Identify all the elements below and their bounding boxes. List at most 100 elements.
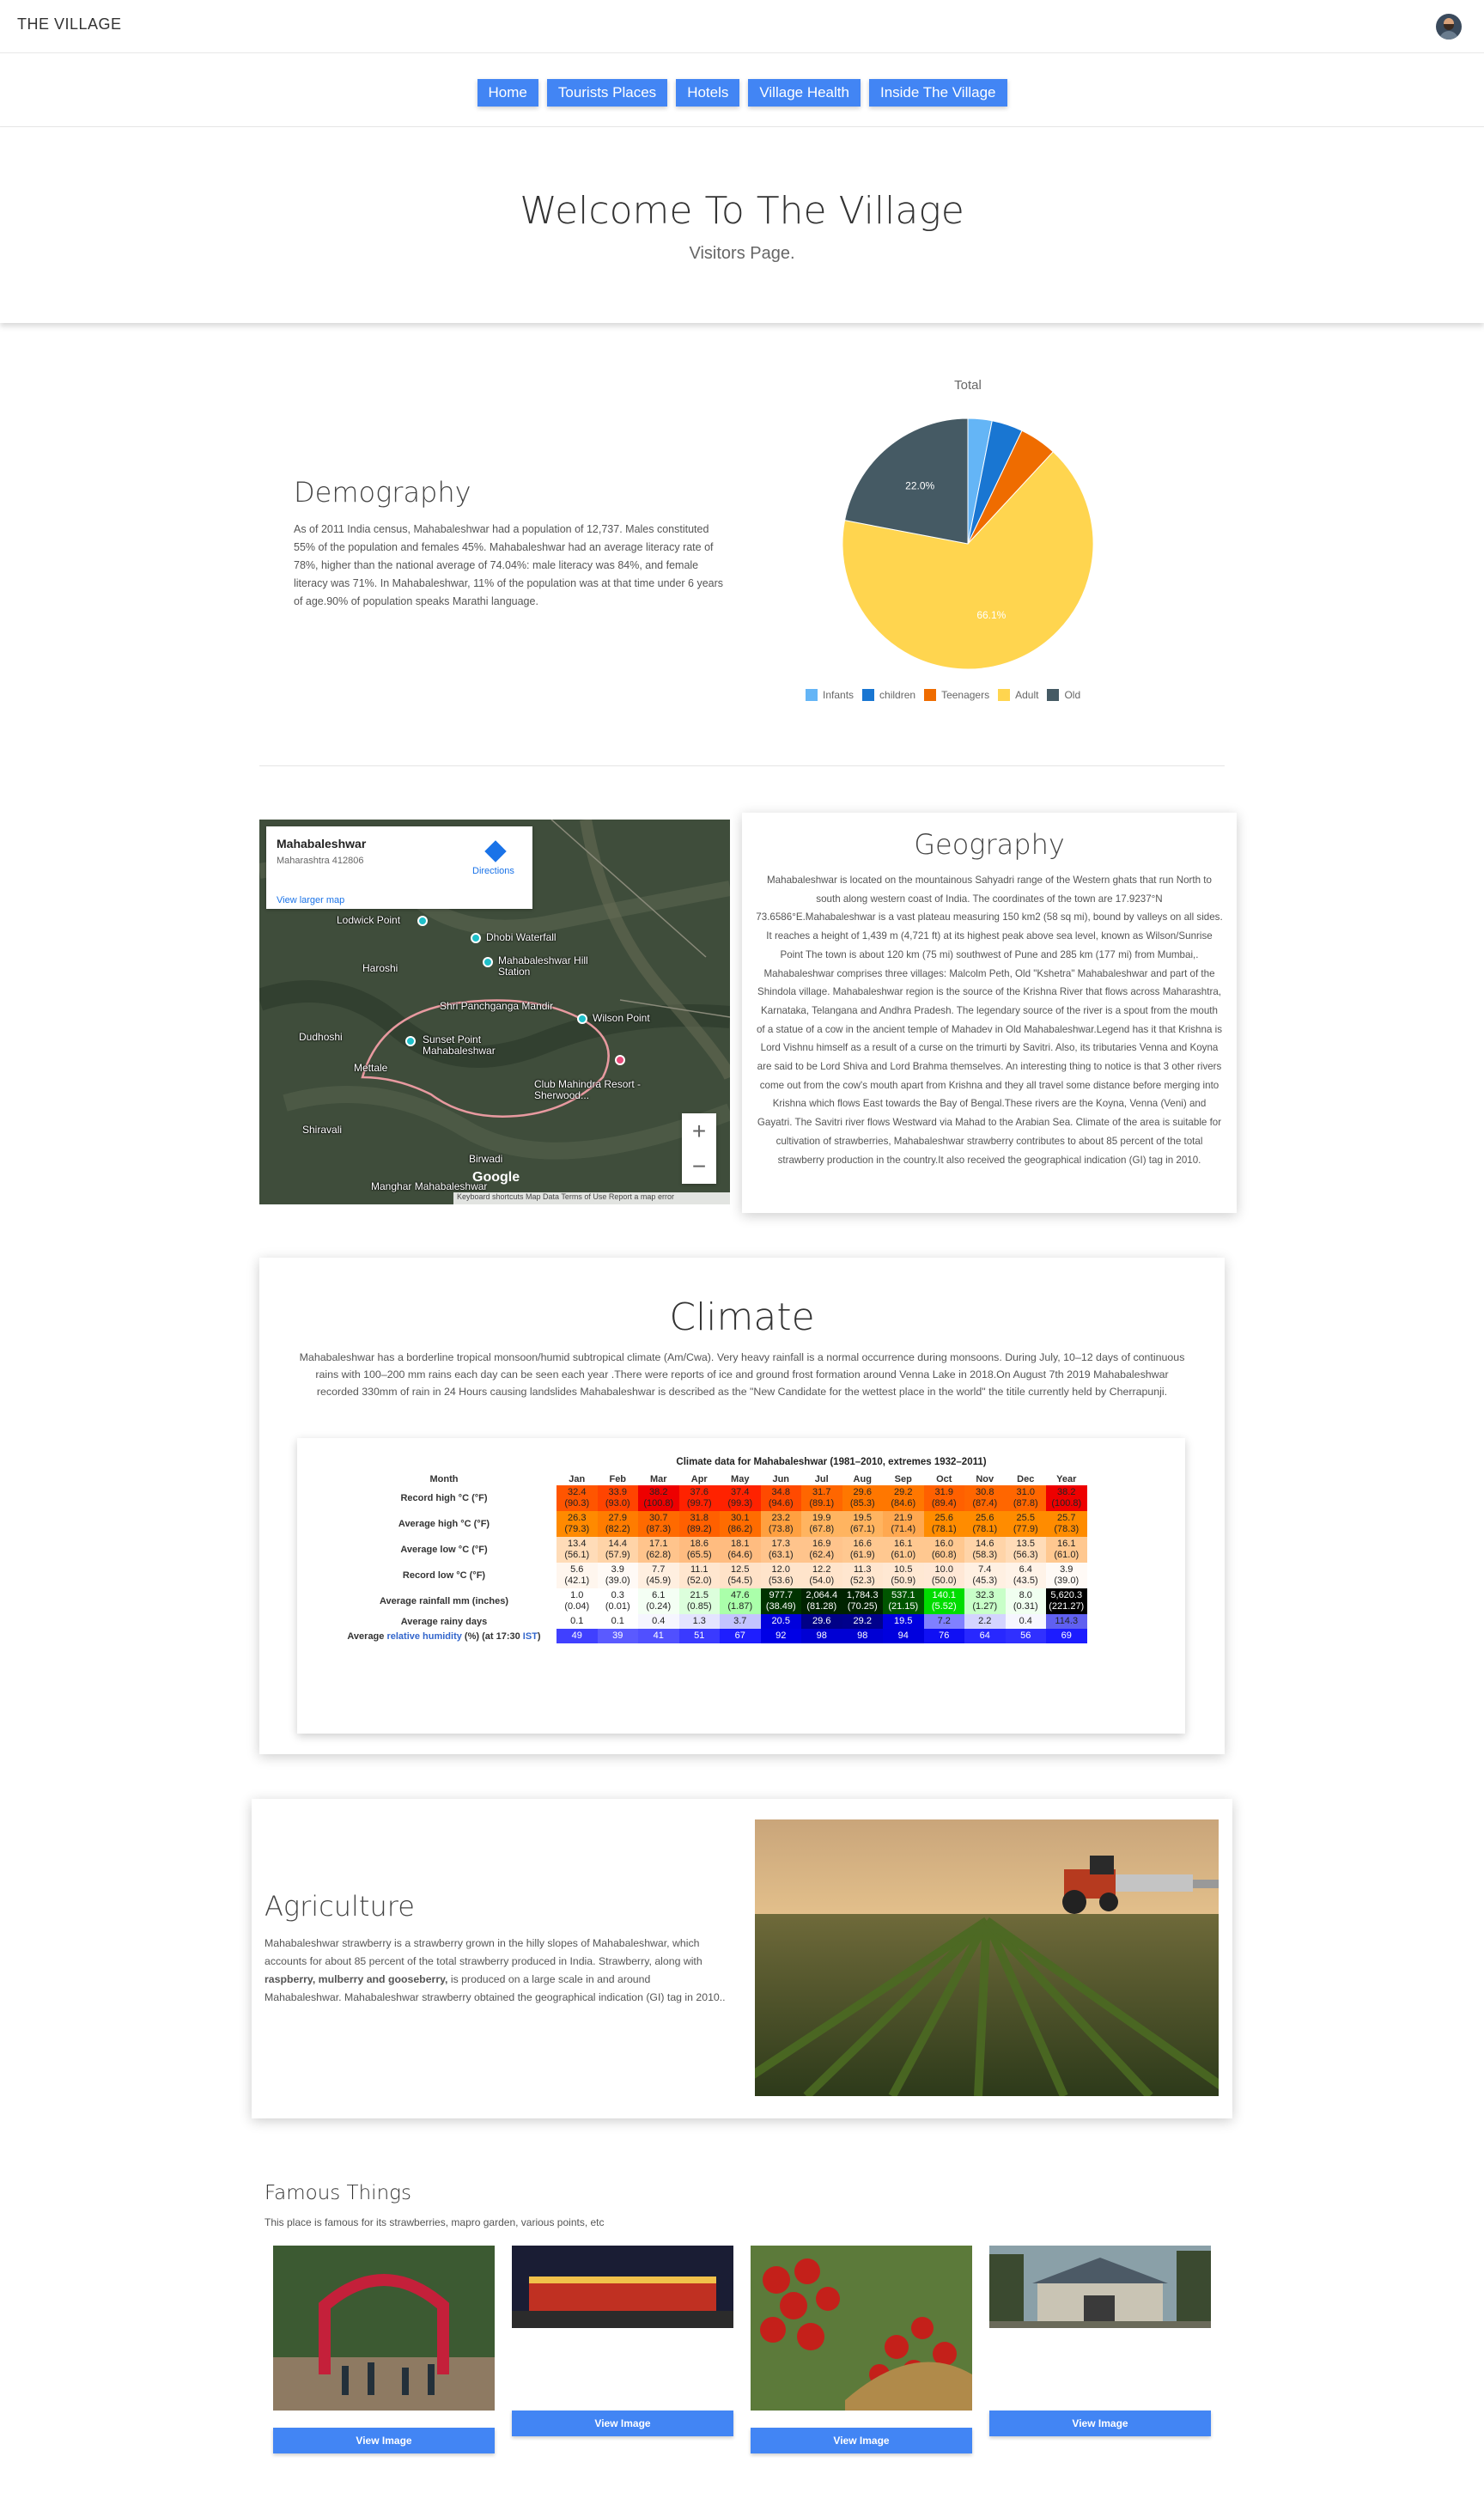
table-header: Aug (853, 1473, 872, 1484)
table-cell: 2,064.4 (81.28) (801, 1588, 842, 1614)
ist-link[interactable]: IST (523, 1631, 538, 1642)
map-address: Maharashtra 412806 (277, 856, 364, 866)
table-cell: 18.6 (65.5) (678, 1537, 720, 1563)
table-cell: 31.9 (89.4) (923, 1485, 964, 1511)
zoom-in-button[interactable]: + (682, 1113, 716, 1149)
zoom-out-button[interactable]: − (682, 1149, 716, 1184)
avatar[interactable] (1436, 14, 1462, 40)
climate-table: Month Jan Feb Mar Apr May Jun Jul Aug Sep Oct Nov De… (331, 1472, 1087, 1643)
relative-humidity-link[interactable]: relative humidity (386, 1631, 461, 1642)
table-header: Apr (690, 1473, 708, 1484)
table-cell: 12.5 (54.5) (720, 1563, 761, 1588)
legend-item-old[interactable]: Old (1047, 689, 1080, 701)
map-pin-icon[interactable] (405, 1036, 416, 1046)
table-cell: 25.5 (77.9) (1005, 1511, 1046, 1537)
map-pin-icon[interactable] (417, 916, 428, 926)
table-cell: 30.7 (87.3) (638, 1511, 679, 1537)
table-cell: 0.1 (556, 1614, 598, 1629)
map-pin-icon[interactable] (471, 933, 481, 943)
table-cell: 56 (1005, 1629, 1046, 1643)
table-cell: 11.1 (52.0) (678, 1563, 720, 1588)
hero-banner: Welcome To The Village Visitors Page. (0, 127, 1484, 323)
table-cell: 51 (678, 1629, 720, 1643)
mapro-garden-image (273, 2246, 495, 2411)
view-image-button[interactable]: View Image (512, 2411, 733, 2436)
nav-village-health-button[interactable]: Village Health (748, 79, 861, 107)
nav-hotels-button[interactable]: Hotels (676, 79, 740, 107)
pie-chart-title: Total (954, 378, 982, 393)
legend-label: Old (1064, 689, 1081, 701)
map-pin-icon[interactable] (615, 1055, 625, 1065)
table-header: Dec (1017, 1473, 1035, 1484)
pie-chart-legend: Infants children Teenagers Adult Old (806, 689, 1080, 701)
legend-item-adult[interactable]: Adult (998, 689, 1038, 701)
pie-data-label: 22.0% (905, 480, 934, 492)
map-label: Manghar Mahabaleshwar (371, 1180, 488, 1192)
view-larger-map-link[interactable]: View larger map (277, 895, 344, 905)
table-cell: 13.5 (56.3) (1005, 1537, 1046, 1563)
legend-item-infants[interactable]: Infants (806, 689, 854, 701)
map-label: Shiravali (302, 1124, 343, 1136)
directions-link[interactable]: Directions (472, 866, 514, 876)
page-subtitle: Visitors Page. (689, 244, 795, 263)
agriculture-heading: Agriculture (265, 1890, 415, 1923)
table-cell: 1,784.3 (70.25) (842, 1588, 883, 1614)
brand-title[interactable]: THE VILLAGE (17, 15, 122, 34)
population-pie-chart[interactable]: 66.1% 22.0% (842, 418, 1094, 670)
table-row: Record low °C (°F) 5.6 (42.1) 3.9 (39.0) 7.7(… (331, 1563, 1087, 1588)
table-header: Nov (976, 1473, 994, 1484)
table-cell: 7.7 (45.9) (638, 1563, 679, 1588)
table-cell: 49 (556, 1629, 598, 1643)
table-header: Month (429, 1473, 459, 1484)
map-label: Wilson Point (593, 1012, 650, 1024)
famous-subtitle: This place is famous for its strawberrie… (265, 2216, 605, 2228)
table-cell: 114.3 (1046, 1614, 1087, 1629)
table-cell: 19.9 (67.8) (801, 1511, 842, 1537)
tractor-field-image (755, 1819, 1219, 2096)
table-cell: 3.9 (39.0) (1046, 1563, 1087, 1588)
table-cell: 94 (883, 1629, 924, 1643)
table-cell: 25.7 (78.3) (1046, 1511, 1087, 1537)
table-cell: 1.3 (678, 1614, 720, 1629)
legend-swatch (998, 689, 1011, 701)
agriculture-card: Agriculture Mahabaleshwar strawberry is … (252, 1799, 1232, 2118)
climate-table-caption: Climate data for Mahabaleshwar (1981–201… (676, 1457, 987, 1467)
table-cell: 0.4 (1005, 1614, 1046, 1629)
table-row: Average high °C (°F) 26.3 (79.3) 27.9 (82.2)… (331, 1511, 1087, 1537)
legend-item-children[interactable]: children (862, 689, 915, 701)
map-label: Sunset Point Mahabaleshwar (423, 1033, 496, 1057)
table-cell: 20.5 (760, 1614, 801, 1629)
table-cell: 47.6 (1.87) (720, 1588, 761, 1614)
table-cell: 39 (597, 1629, 638, 1643)
table-cell: 18.1 (64.6) (720, 1537, 761, 1563)
table-row: Record high °C (°F) 32.4 (90.3) 33.9 (93.0) 3… (331, 1485, 1087, 1511)
table-cell: 16.0 (60.8) (923, 1537, 964, 1563)
table-cell: 32.4 (90.3) (556, 1485, 598, 1511)
embedded-map[interactable]: Mahabaleshwar Maharashtra 412806 Directi… (259, 820, 730, 1204)
view-image-button[interactable]: View Image (751, 2428, 972, 2453)
google-logo: Google (472, 1170, 520, 1185)
nav-home-button[interactable]: Home (477, 79, 538, 107)
table-cell: 98 (842, 1629, 883, 1643)
table-cell: 16.9 (62.4) (801, 1537, 842, 1563)
table-cell: 19.5 (67.1) (842, 1511, 883, 1537)
map-label: Club Mahindra Resort - Sherwood... (534, 1078, 642, 1101)
table-header: Feb (609, 1473, 627, 1484)
map-footer[interactable]: Keyboard shortcuts Map Data Terms of Use… (453, 1192, 730, 1204)
geography-heading: Geography (914, 828, 1065, 861)
table-cell: 37.6 (99.7) (678, 1485, 720, 1511)
nav-inside-village-button[interactable]: Inside The Village (868, 79, 1007, 107)
table-cell: 14.4 (57.9) (597, 1537, 638, 1563)
row-header: Average relative humidity (%) (at 17:30 … (347, 1630, 541, 1642)
nav-tourists-places-button[interactable]: Tourists Places (546, 79, 668, 107)
table-cell: 2.2 (964, 1614, 1006, 1629)
map-pin-icon[interactable] (483, 957, 493, 967)
table-cell: 16.1 (61.0) (883, 1537, 924, 1563)
map-pin-icon[interactable] (577, 1014, 587, 1024)
view-image-button[interactable]: View Image (989, 2411, 1211, 2436)
table-cell: 8.0 (0.31) (1005, 1588, 1046, 1614)
view-image-button[interactable]: View Image (273, 2428, 495, 2453)
legend-item-teenagers[interactable]: Teenagers (924, 689, 989, 701)
directions-icon[interactable] (484, 840, 507, 862)
table-header: Oct (936, 1473, 952, 1484)
